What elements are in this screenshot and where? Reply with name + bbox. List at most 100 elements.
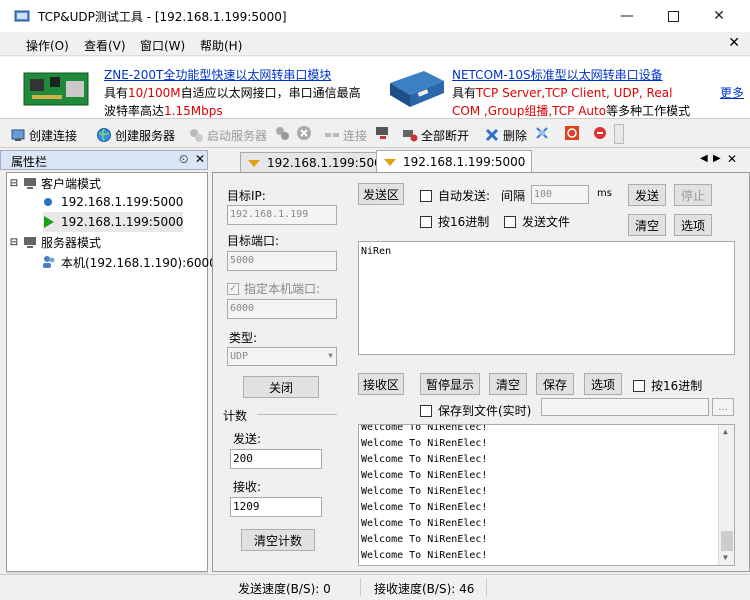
target-port-label: 目标端口: bbox=[227, 234, 280, 248]
computer-icon bbox=[24, 178, 36, 189]
close-button[interactable]: ✕ bbox=[696, 0, 742, 32]
tab-connection-1[interactable]: 192.168.1.199:5000 bbox=[240, 152, 397, 172]
menu-operate[interactable]: 操作(O) bbox=[26, 37, 69, 54]
collapse-icon[interactable]: ⊟ bbox=[9, 178, 19, 189]
checkbox-checked-icon: ✓ bbox=[227, 282, 239, 295]
tree-client-item-2[interactable]: 192.168.1.199:5000 bbox=[43, 212, 184, 232]
create-connection-icon bbox=[11, 129, 25, 141]
save-to-file-checkbox[interactable]: 保存到文件(实时) bbox=[420, 402, 531, 419]
local-port-checkbox[interactable]: ✓ 指定本机端口: bbox=[227, 280, 320, 297]
menu-bar: 操作(O) 查看(V) 窗口(W) 帮助(H) ✕ bbox=[0, 32, 750, 56]
interval-field[interactable]: 100 bbox=[531, 185, 589, 204]
link-icon bbox=[384, 158, 396, 166]
interval-label: 间隔 bbox=[501, 189, 526, 203]
send-button[interactable]: 发送 bbox=[628, 184, 666, 206]
send-count-field[interactable]: 200 bbox=[230, 449, 322, 469]
tree-client-item-1[interactable]: 192.168.1.199:5000 bbox=[43, 192, 183, 212]
recv-clear-button[interactable]: 清空 bbox=[489, 373, 527, 395]
scroll-thumb[interactable] bbox=[721, 531, 733, 551]
scroll-up-icon[interactable]: ▲ bbox=[723, 427, 728, 436]
stop-button[interactable]: 停止 bbox=[674, 184, 712, 206]
pin-icon[interactable]: ⏲ bbox=[179, 152, 188, 167]
status-divider bbox=[360, 578, 361, 596]
send-clear-button[interactable]: 清空 bbox=[628, 214, 666, 236]
ad-banner: ZNE-200T全功能型快速以太网转串口模块 具有10/100M自适应以太网接口… bbox=[0, 57, 750, 119]
play-icon bbox=[44, 216, 54, 228]
ad2-line3: COM ,Group组播,TCP Auto等多种工作模式 bbox=[452, 104, 691, 118]
ad1-title[interactable]: ZNE-200T全功能型快速以太网转串口模块 bbox=[104, 66, 361, 83]
panel-close-icon[interactable]: ✕ bbox=[195, 152, 205, 166]
recv-area-button[interactable]: 接收区 bbox=[358, 373, 404, 395]
collapse-icon[interactable]: ⊟ bbox=[9, 237, 19, 248]
send-options-button[interactable]: 选项 bbox=[674, 214, 712, 236]
save-file-path-field[interactable] bbox=[541, 398, 709, 416]
close-connection-button[interactable]: 关闭 bbox=[243, 376, 319, 398]
menu-help[interactable]: 帮助(H) bbox=[200, 37, 242, 54]
help-icon[interactable] bbox=[592, 125, 608, 141]
toolbar-overflow[interactable] bbox=[614, 124, 624, 144]
target-ip-field[interactable]: 192.168.1.199 bbox=[227, 205, 337, 225]
connect-button[interactable]: 连接 bbox=[324, 126, 367, 144]
property-panel-title: 属性栏 bbox=[11, 155, 48, 169]
create-server-button[interactable]: 创建服务器 bbox=[96, 126, 175, 144]
ad2-line2: 具有TCP Server,TCP Client, UDP, Real bbox=[452, 86, 673, 100]
ad1-line2: 具有10/100M自适应以太网接口，串口通信最高 bbox=[104, 86, 361, 100]
disconnect-all-icon bbox=[403, 130, 418, 142]
window-title: TCP&UDP测试工具 - [192.168.1.199:5000] bbox=[38, 10, 287, 24]
clear-count-button[interactable]: 清空计数 bbox=[241, 529, 315, 551]
more-link[interactable]: 更多 bbox=[720, 84, 744, 101]
recv-lines: Welcome To NiRenElec! Welcome To NiRenEle… bbox=[359, 424, 734, 564]
network-icon[interactable] bbox=[374, 125, 392, 141]
recv-scrollbar[interactable]: ▲ ▼ bbox=[718, 425, 734, 565]
mdi-close-icon[interactable]: ✕ bbox=[728, 35, 740, 51]
recv-hex-checkbox[interactable]: 按16进制 bbox=[633, 377, 702, 394]
title-bar: TCP&UDP测试工具 - [192.168.1.199:5000] — ✕ bbox=[0, 0, 750, 32]
minimize-button[interactable]: — bbox=[604, 0, 650, 32]
tree-client-mode[interactable]: ⊟ 客户端模式 bbox=[7, 173, 101, 193]
recv-options-button[interactable]: 选项 bbox=[584, 373, 622, 395]
connection-content: 目标IP: 192.168.1.199 目标端口: 5000 ✓ 指定本机端口:… bbox=[212, 172, 750, 572]
recv-line: Welcome To NiRenElec! bbox=[361, 438, 488, 449]
send-area-button[interactable]: 发送区 bbox=[358, 183, 404, 205]
tree-server-mode[interactable]: ⊟ 服务器模式 bbox=[7, 232, 101, 252]
toolbar: 创建连接 创建服务器 启动服务器 连接 全部断开 删除 bbox=[0, 120, 750, 148]
server-settings-icon[interactable] bbox=[274, 125, 290, 141]
power-icon[interactable] bbox=[564, 125, 580, 141]
type-select[interactable]: UDP ▼ bbox=[227, 347, 337, 366]
save-button[interactable]: 保存 bbox=[536, 373, 574, 395]
maximize-button[interactable] bbox=[650, 0, 696, 32]
browse-button[interactable]: ... bbox=[712, 398, 734, 416]
local-port-field[interactable]: 6000 bbox=[227, 299, 337, 319]
start-server-button[interactable]: 启动服务器 bbox=[188, 126, 267, 144]
target-port-field[interactable]: 5000 bbox=[227, 251, 337, 271]
send-textarea[interactable]: NiRen bbox=[358, 241, 735, 355]
ad2-title[interactable]: NETCOM-10S标准型以太网转串口设备 bbox=[452, 66, 690, 83]
auto-send-checkbox[interactable]: 自动发送: bbox=[420, 187, 490, 204]
recv-line: Welcome To NiRenElec! bbox=[361, 502, 488, 513]
menu-view[interactable]: 查看(V) bbox=[84, 37, 126, 54]
disconnect-all-button[interactable]: 全部断开 bbox=[402, 126, 469, 144]
send-hex-checkbox[interactable]: 按16进制 bbox=[420, 213, 489, 230]
tab-connection-2[interactable]: 192.168.1.199:5000 bbox=[376, 150, 533, 172]
count-label: 计数 bbox=[223, 409, 248, 423]
delete-button[interactable]: 删除 bbox=[484, 126, 527, 144]
recv-line: Welcome To NiRenElec! bbox=[361, 518, 488, 529]
tree-server-item[interactable]: 本机(192.168.1.190):6000 bbox=[41, 252, 217, 272]
settings-icon[interactable] bbox=[534, 125, 550, 141]
recv-line: Welcome To NiRenElec! bbox=[361, 424, 488, 433]
pause-display-button[interactable]: 暂停显示 bbox=[420, 373, 480, 395]
scroll-down-icon[interactable]: ▼ bbox=[723, 553, 728, 562]
tab-close-icon[interactable]: ✕ bbox=[727, 152, 737, 166]
tab-prev-icon[interactable]: ◀ bbox=[700, 153, 708, 164]
recv-textarea[interactable]: Welcome To NiRenElec! Welcome To NiRenEle… bbox=[358, 424, 735, 566]
property-panel-header: 属性栏 ⏲ ✕ bbox=[0, 150, 208, 170]
tab-next-icon[interactable]: ▶ bbox=[713, 153, 721, 164]
send-file-checkbox[interactable]: 发送文件 bbox=[504, 213, 570, 230]
stop-icon[interactable] bbox=[296, 125, 312, 141]
menu-window[interactable]: 窗口(W) bbox=[140, 37, 185, 54]
link-icon bbox=[248, 159, 260, 167]
create-connection-button[interactable]: 创建连接 bbox=[10, 126, 77, 144]
recv-count-field[interactable]: 1209 bbox=[230, 497, 322, 517]
recv-line: Welcome To NiRenElec! bbox=[361, 534, 488, 545]
recv-speed: 接收速度(B/S): 46 bbox=[374, 582, 475, 596]
